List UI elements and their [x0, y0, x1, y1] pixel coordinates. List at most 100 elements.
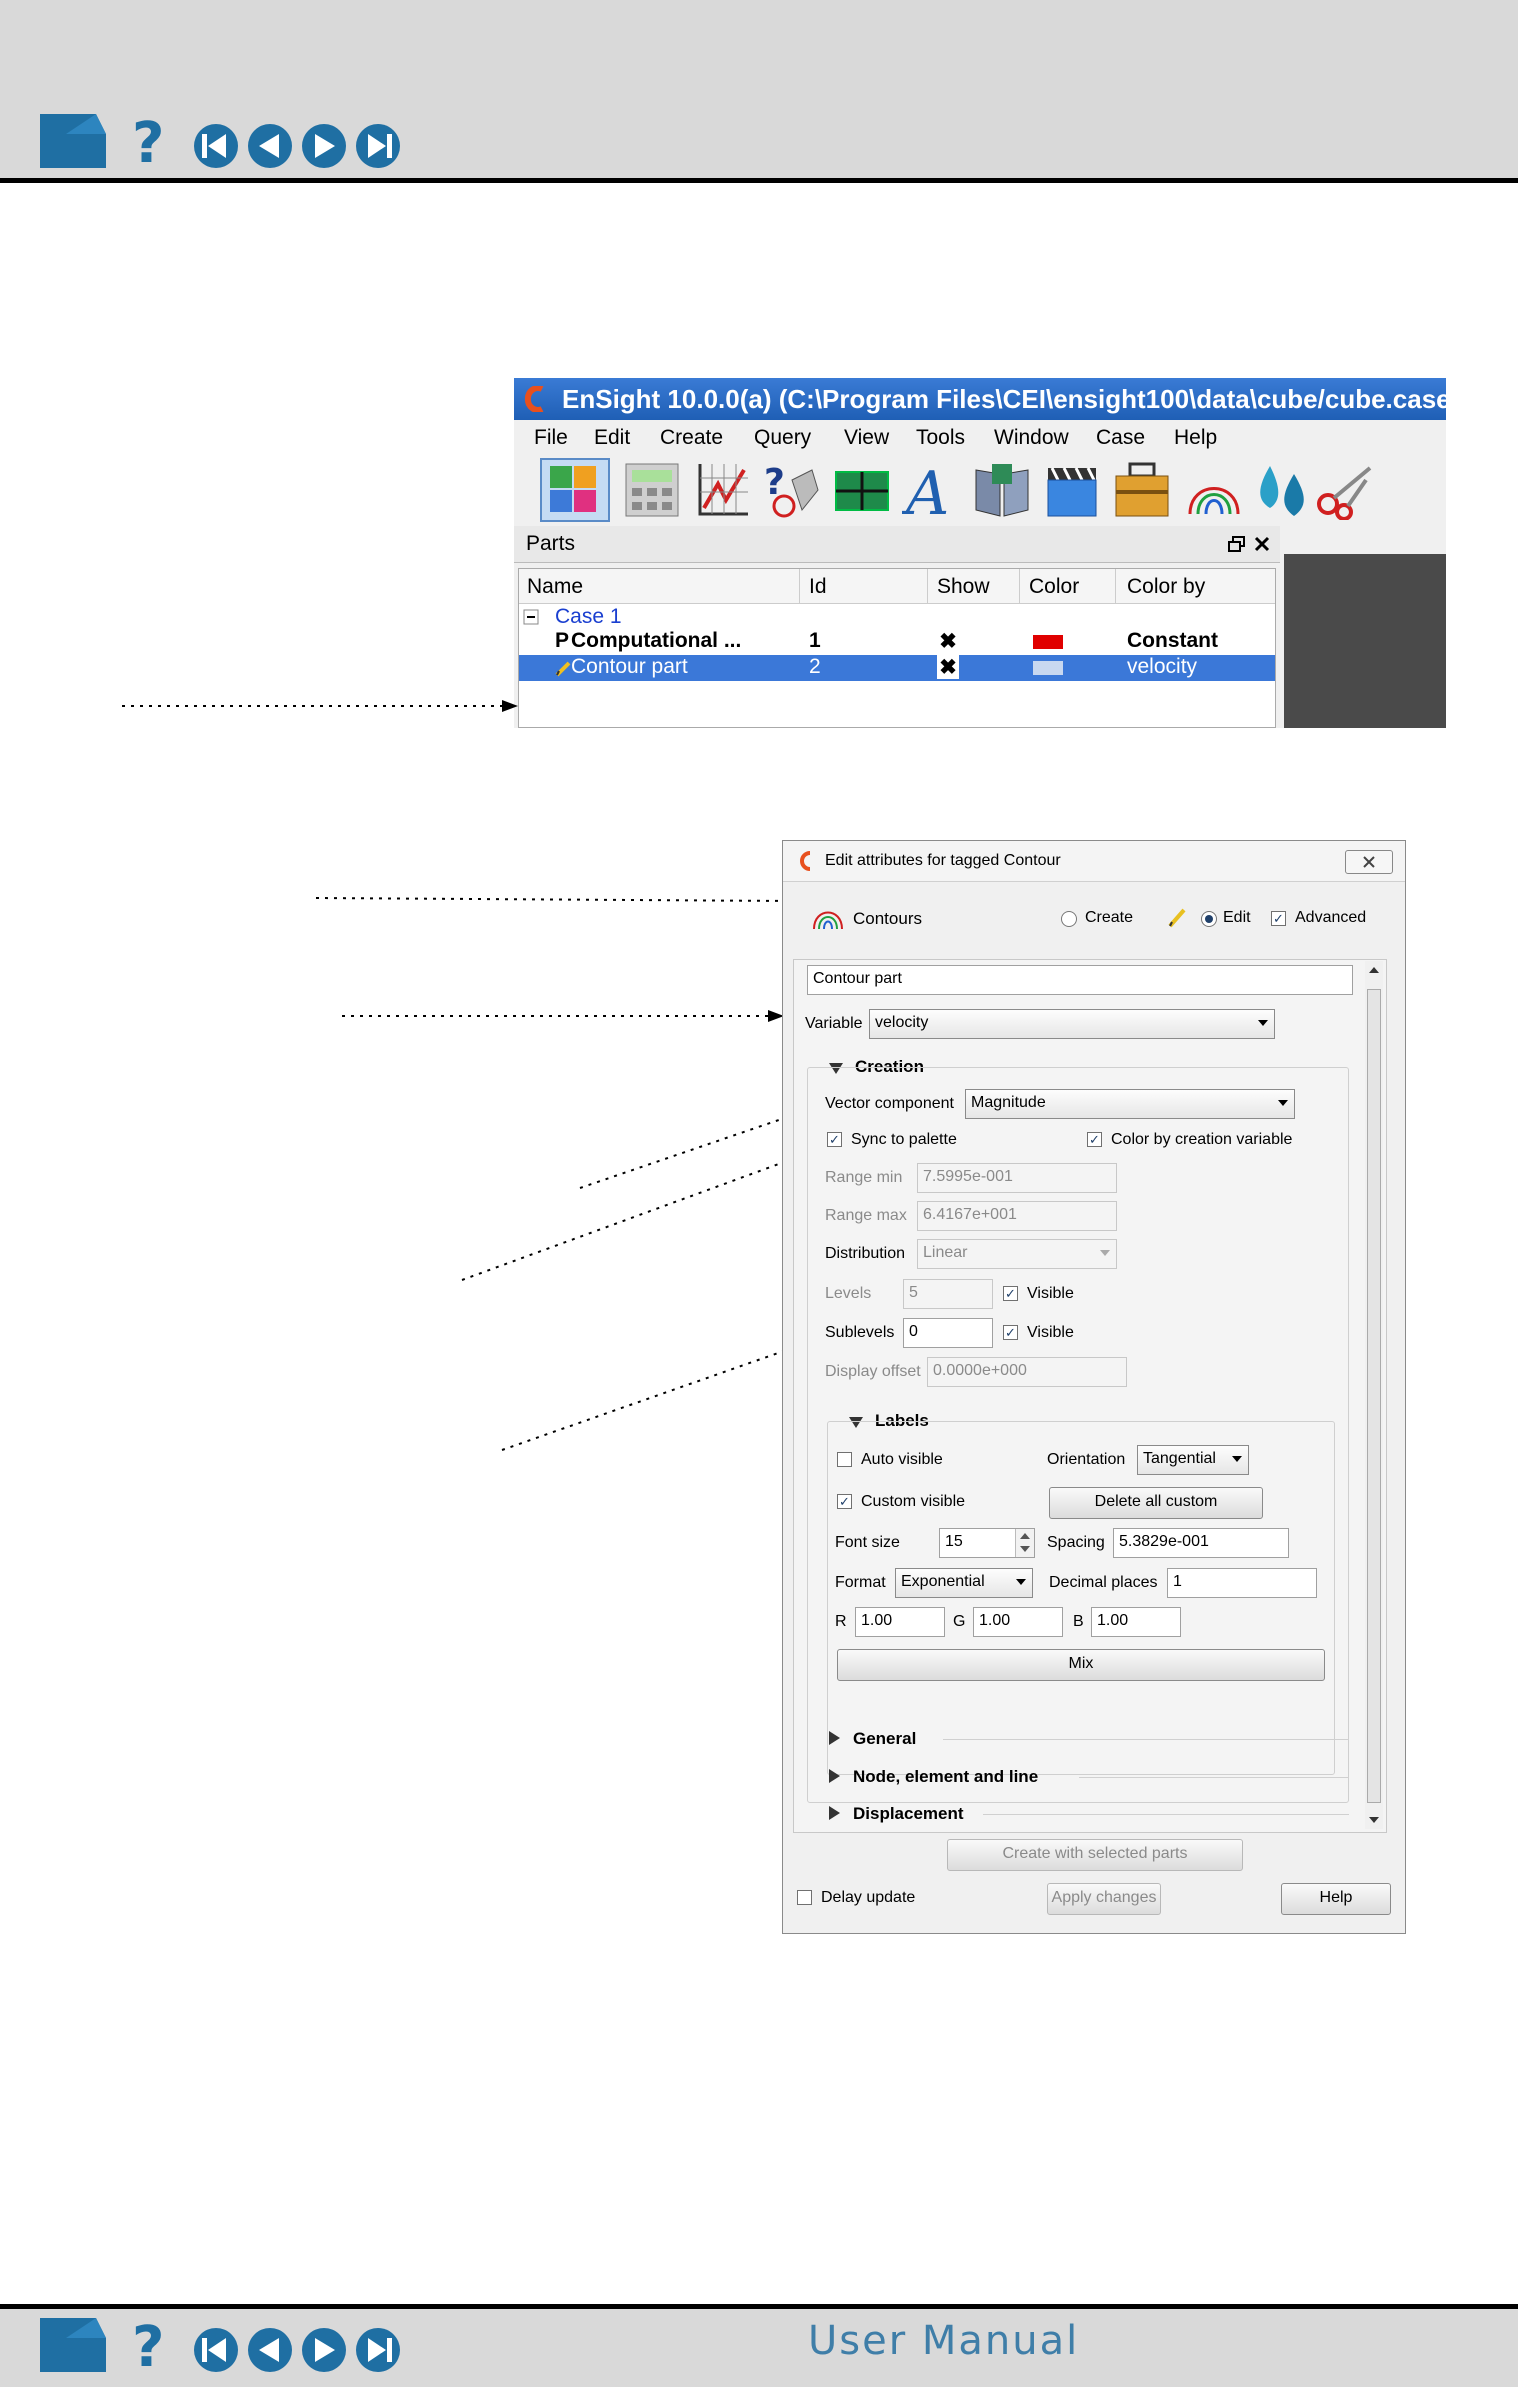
spacing-label: Spacing — [1047, 1534, 1105, 1551]
footer-nav-bar: ? — [40, 2315, 400, 2378]
part-name-field[interactable]: Contour part — [807, 965, 1353, 995]
first-page-icon[interactable] — [194, 2328, 238, 2372]
color-by-creation-checkbox[interactable]: ✓ — [1087, 1132, 1102, 1147]
decimal-places-label: Decimal places — [1049, 1574, 1158, 1591]
custom-visible-label: Custom visible — [861, 1493, 966, 1510]
scroll-up-icon[interactable] — [1369, 967, 1379, 973]
edit-radio[interactable] — [1201, 911, 1217, 927]
chevron-down-icon — [1016, 1579, 1026, 1585]
format-select[interactable]: Exponential — [895, 1568, 1033, 1598]
auto-visible-checkbox[interactable] — [837, 1452, 852, 1467]
general-header[interactable]: General — [853, 1729, 916, 1749]
g-field[interactable]: 1.00 — [973, 1607, 1063, 1637]
previous-page-icon[interactable] — [248, 2328, 292, 2372]
divider — [1079, 1777, 1349, 1778]
edit-attributes-dialog: Edit attributes for tagged Contour Conto… — [782, 840, 1406, 1934]
sublevels-field[interactable]: 0 — [903, 1318, 993, 1348]
home-icon[interactable] — [40, 2318, 106, 2372]
vector-component-label: Vector component — [825, 1095, 954, 1112]
r-label: R — [835, 1613, 847, 1630]
range-max-field[interactable]: 6.4167e+001 — [917, 1201, 1117, 1231]
dialog-close-button[interactable] — [1345, 850, 1393, 874]
decimal-places-field[interactable]: 1 — [1167, 1568, 1317, 1598]
help-button[interactable]: Help — [1281, 1883, 1391, 1915]
pencil-icon — [1168, 908, 1186, 928]
custom-visible-checkbox[interactable]: ✓ — [837, 1494, 852, 1509]
sublevels-visible-checkbox[interactable]: ✓ — [1003, 1325, 1018, 1340]
edit-radio-label: Edit — [1223, 909, 1251, 926]
node-element-line-header[interactable]: Node, element and line — [853, 1767, 1038, 1787]
chevron-down-icon — [1258, 1020, 1268, 1026]
delay-update-checkbox[interactable] — [797, 1890, 812, 1905]
arrow-to-vector-component — [579, 1108, 810, 1189]
display-offset-label: Display offset — [825, 1363, 921, 1380]
radio-dot — [1205, 915, 1213, 923]
levels-field[interactable]: 5 — [903, 1279, 993, 1309]
next-page-icon[interactable] — [302, 2328, 346, 2372]
labels-group — [827, 1421, 1335, 1775]
range-max-label: Range max — [825, 1207, 907, 1224]
font-size-value: 15 — [945, 1533, 963, 1550]
range-min-field[interactable]: 7.5995e-001 — [917, 1163, 1117, 1193]
footer-title: User Manual — [808, 2318, 1080, 2364]
levels-label: Levels — [825, 1285, 872, 1302]
orientation-value: Tangential — [1143, 1450, 1216, 1467]
displacement-header[interactable]: Displacement — [853, 1804, 964, 1824]
r-field[interactable]: 1.00 — [855, 1607, 945, 1637]
orientation-label: Orientation — [1047, 1451, 1126, 1468]
sync-to-palette-checkbox[interactable]: ✓ — [827, 1132, 842, 1147]
chevron-down-icon — [1232, 1456, 1242, 1462]
help-icon[interactable]: ? — [132, 2315, 164, 2378]
g-label: G — [953, 1613, 966, 1630]
expand-node-element-line-icon[interactable] — [829, 1769, 840, 1783]
b-field[interactable]: 1.00 — [1091, 1607, 1181, 1637]
vector-component-select[interactable]: Magnitude — [965, 1089, 1295, 1119]
arrow-to-sync-palette — [461, 1153, 808, 1281]
advanced-checkbox[interactable]: ✓ — [1271, 911, 1286, 926]
display-offset-field[interactable]: 0.0000e+000 — [927, 1357, 1127, 1387]
tool-label: Contours — [853, 909, 922, 928]
expand-displacement-icon[interactable] — [829, 1806, 840, 1820]
levels-visible-checkbox[interactable]: ✓ — [1003, 1286, 1018, 1301]
expand-general-icon[interactable] — [829, 1731, 840, 1745]
scroll-down-icon[interactable] — [1369, 1817, 1379, 1823]
delete-all-custom-button[interactable]: Delete all custom — [1049, 1487, 1263, 1519]
chevron-down-icon — [1100, 1250, 1110, 1256]
ensight-logo-icon — [800, 851, 811, 871]
svg-text:?: ? — [132, 2315, 164, 2378]
mix-button[interactable]: Mix — [837, 1649, 1325, 1681]
sublevels-label: Sublevels — [825, 1324, 895, 1341]
last-page-icon[interactable] — [356, 2328, 400, 2372]
font-size-stepper[interactable] — [1015, 1529, 1034, 1557]
create-radio[interactable] — [1061, 911, 1077, 927]
dialog-title-bar: Edit attributes for tagged Contour — [783, 841, 1405, 882]
divider — [983, 1814, 1349, 1815]
advanced-label: Advanced — [1295, 909, 1367, 926]
dialog-title: Edit attributes for tagged Contour — [825, 852, 1061, 869]
chevron-down-icon — [1278, 1100, 1288, 1106]
distribution-select[interactable]: Linear — [917, 1239, 1117, 1269]
sync-to-palette-label: Sync to palette — [851, 1131, 957, 1148]
variable-select[interactable]: velocity — [869, 1009, 1275, 1039]
vector-component-value: Magnitude — [971, 1094, 1046, 1111]
sublevels-visible-label: Visible — [1027, 1324, 1074, 1341]
spacing-field[interactable]: 5.3829e-001 — [1113, 1528, 1289, 1558]
variable-label: Variable — [805, 1015, 863, 1032]
arrow-to-sublevels — [501, 1344, 800, 1451]
apply-changes-button[interactable]: Apply changes — [1047, 1883, 1161, 1915]
step-down-icon[interactable] — [1020, 1546, 1030, 1552]
divider — [943, 1739, 1349, 1740]
orientation-select[interactable]: Tangential — [1137, 1445, 1249, 1475]
b-label: B — [1073, 1613, 1084, 1630]
contour-icon — [813, 911, 843, 930]
auto-visible-label: Auto visible — [861, 1451, 943, 1468]
step-up-icon[interactable] — [1020, 1533, 1030, 1539]
levels-visible-label: Visible — [1027, 1285, 1074, 1302]
variable-value: velocity — [875, 1014, 929, 1031]
vertical-scrollbar[interactable] — [1365, 961, 1383, 1829]
format-value: Exponential — [901, 1573, 985, 1590]
distribution-value: Linear — [923, 1244, 968, 1261]
scrollbar-thumb[interactable] — [1367, 989, 1381, 1803]
create-with-selected-parts-button[interactable]: Create with selected parts — [947, 1839, 1243, 1871]
delay-update-label: Delay update — [821, 1889, 916, 1906]
